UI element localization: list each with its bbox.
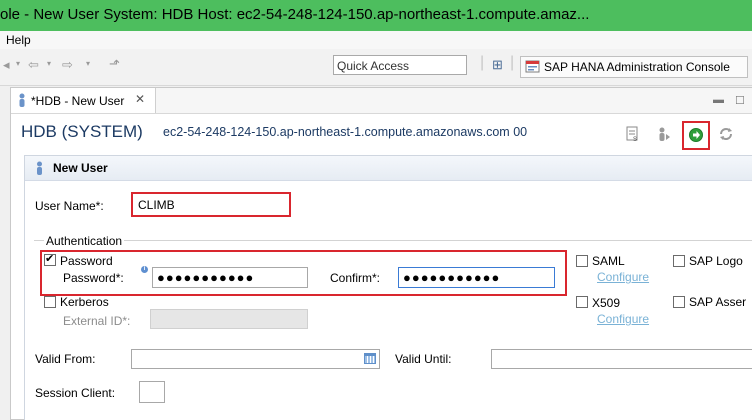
- deploy-icon[interactable]: [688, 127, 704, 143]
- password-input[interactable]: ●●●●●●●●●●●: [152, 267, 308, 288]
- user-name-label: User Name*:: [35, 199, 104, 213]
- back-arrow-icon[interactable]: ⇦: [28, 57, 39, 73]
- menu-help[interactable]: Help: [6, 33, 31, 47]
- section-title: New User: [53, 161, 108, 175]
- close-icon[interactable]: ✕: [135, 92, 145, 106]
- quick-access-input[interactable]: Quick Access: [333, 55, 467, 75]
- saml-configure-link[interactable]: Configure: [597, 270, 649, 284]
- sap-logon-checkbox[interactable]: [673, 255, 685, 267]
- x509-checkbox[interactable]: [576, 296, 588, 308]
- user-group-icon[interactable]: [656, 126, 672, 142]
- saml-label: SAML: [592, 254, 625, 268]
- confirm-mask: ●●●●●●●●●●●: [403, 270, 501, 285]
- hana-console-icon: [525, 60, 540, 73]
- valid-from-label: Valid From:: [35, 352, 96, 366]
- back-icon[interactable]: ◂: [3, 57, 10, 73]
- dropdown-icon[interactable]: ▾: [86, 59, 90, 68]
- user-name-value: CLIMB: [138, 198, 175, 212]
- export-sql-icon[interactable]: S: [625, 126, 641, 142]
- system-title: HDB (SYSTEM): [21, 122, 143, 141]
- confirm-input[interactable]: ●●●●●●●●●●●: [398, 267, 555, 288]
- info-icon: i: [141, 266, 148, 273]
- external-id-label: External ID*:: [63, 314, 131, 328]
- pin-icon[interactable]: ⬏: [109, 56, 120, 72]
- confirm-label: Confirm*:: [330, 271, 381, 285]
- external-id-input[interactable]: [150, 309, 308, 329]
- host-label: ec2-54-248-124-150.ap-northeast-1.comput…: [163, 125, 528, 139]
- dropdown-icon[interactable]: ▾: [16, 59, 20, 68]
- valid-until-input[interactable]: [491, 349, 752, 369]
- valid-from-input[interactable]: [131, 349, 380, 369]
- tab-label: *HDB - New User: [31, 94, 125, 108]
- perspective-button[interactable]: SAP HANA Administration Console: [520, 56, 748, 78]
- refresh-icon[interactable]: [718, 126, 734, 142]
- forward-arrow-icon[interactable]: ⇨: [62, 57, 73, 73]
- saml-checkbox[interactable]: [576, 255, 588, 267]
- x509-configure-link[interactable]: Configure: [597, 312, 649, 326]
- calendar-icon[interactable]: [364, 353, 376, 364]
- session-client-input[interactable]: [139, 381, 165, 403]
- kerberos-checkbox[interactable]: [44, 296, 56, 308]
- user-name-input[interactable]: CLIMB: [134, 195, 288, 214]
- section-header: New User: [25, 156, 752, 181]
- authentication-group-label: Authentication: [44, 234, 125, 248]
- maximize-icon[interactable]: ☐: [735, 94, 745, 107]
- dropdown-icon[interactable]: ▾: [47, 59, 51, 68]
- kerberos-label: Kerberos: [60, 295, 109, 309]
- sap-assertion-label: SAP Asser: [689, 295, 747, 309]
- password-checkbox-label: Password: [60, 254, 113, 268]
- perspective-label: SAP HANA Administration Console: [544, 60, 730, 74]
- open-perspective-icon[interactable]: ⊞: [492, 57, 503, 73]
- quick-access-placeholder: Quick Access: [337, 59, 410, 73]
- window-title: ole - New User System: HDB Host: ec2-54-…: [0, 6, 590, 23]
- x509-label: X509: [592, 296, 621, 310]
- window-title-bar: ole - New User System: HDB Host: ec2-54-…: [0, 0, 752, 31]
- authentication-group-border: [34, 240, 752, 241]
- minimize-icon[interactable]: ▬: [713, 94, 724, 106]
- user-icon: [19, 93, 25, 107]
- svg-text:S: S: [633, 137, 637, 142]
- sap-assertion-checkbox[interactable]: [673, 296, 685, 308]
- sap-logon-label: SAP Logo: [689, 254, 743, 268]
- editor-tab-new-user[interactable]: *HDB - New User ✕: [11, 88, 156, 113]
- session-client-label: Session Client:: [35, 386, 116, 400]
- user-icon: [37, 161, 42, 175]
- password-label: Password*:: [63, 271, 124, 285]
- toolbar-separator: |: [480, 54, 485, 71]
- toolbar-separator: |: [510, 54, 515, 71]
- menu-bar: Help: [0, 31, 752, 49]
- password-mask: ●●●●●●●●●●●: [157, 270, 255, 285]
- valid-until-label: Valid Until:: [395, 352, 452, 366]
- password-checkbox[interactable]: [44, 252, 56, 266]
